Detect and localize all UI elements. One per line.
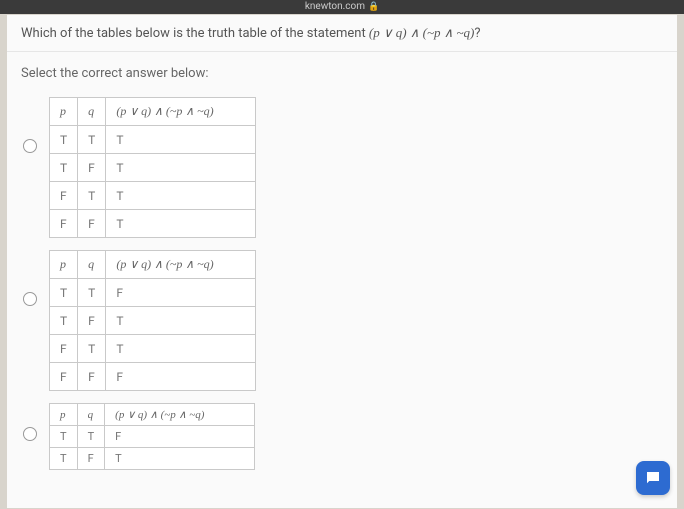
browser-address-bar: knewton.com🔒 xyxy=(0,0,684,14)
radio-button[interactable] xyxy=(23,139,37,153)
table-row: FTT xyxy=(50,335,256,363)
header-q: q xyxy=(78,251,106,279)
truth-table: p q (p ∨ q) ∧ (~p ∧ ~q) TTF TFT FTT FFF xyxy=(49,250,256,391)
radio-button[interactable] xyxy=(23,292,37,306)
table-row: TFT xyxy=(50,307,256,335)
question-prefix: Which of the tables below is the truth t… xyxy=(21,26,369,41)
table-row: TTT xyxy=(50,126,256,154)
header-expr: (p ∨ q) ∧ (~p ∧ ~q) xyxy=(105,404,255,426)
truth-table: p q (p ∨ q) ∧ (~p ∧ ~q) TTT TFT FTT FFT xyxy=(49,97,256,238)
radio-button[interactable] xyxy=(23,427,37,441)
question-suffix: ? xyxy=(474,26,480,41)
chat-icon xyxy=(644,469,662,487)
table-row: TTF xyxy=(50,279,256,307)
table-row: FFF xyxy=(50,363,256,391)
header-expr: (p ∨ q) ∧ (~p ∧ ~q) xyxy=(106,98,256,126)
table-row: FFT xyxy=(50,210,256,238)
table-row: TFT xyxy=(50,448,255,470)
lock-icon: 🔒 xyxy=(368,2,379,12)
table-row: FTT xyxy=(50,182,256,210)
answer-options: p q (p ∨ q) ∧ (~p ∧ ~q) TTT TFT FTT FFT … xyxy=(7,91,677,470)
answer-option[interactable]: p q (p ∨ q) ∧ (~p ∧ ~q) TTF TFT FTT FFF xyxy=(15,244,669,397)
page-domain: knewton.com xyxy=(305,1,365,12)
header-q: q xyxy=(77,404,105,426)
answer-option[interactable]: p q (p ∨ q) ∧ (~p ∧ ~q) TTF TFT xyxy=(15,397,669,470)
header-p: p xyxy=(50,404,78,426)
question-formula: (p ∨ q) ∧ (~p ∧ ~q) xyxy=(369,25,474,40)
header-p: p xyxy=(50,98,78,126)
header-q: q xyxy=(78,98,106,126)
table-row: TTF xyxy=(50,426,255,448)
header-expr: (p ∨ q) ∧ (~p ∧ ~q) xyxy=(106,251,256,279)
answer-option[interactable]: p q (p ∨ q) ∧ (~p ∧ ~q) TTT TFT FTT FFT xyxy=(15,91,669,244)
instruction-text: Select the correct answer below: xyxy=(7,52,677,91)
header-p: p xyxy=(50,251,78,279)
question-text: Which of the tables below is the truth t… xyxy=(7,15,677,52)
page-content: Which of the tables below is the truth t… xyxy=(6,14,678,509)
table-row: TFT xyxy=(50,154,256,182)
chat-button[interactable] xyxy=(636,461,670,495)
truth-table: p q (p ∨ q) ∧ (~p ∧ ~q) TTF TFT xyxy=(49,403,255,470)
